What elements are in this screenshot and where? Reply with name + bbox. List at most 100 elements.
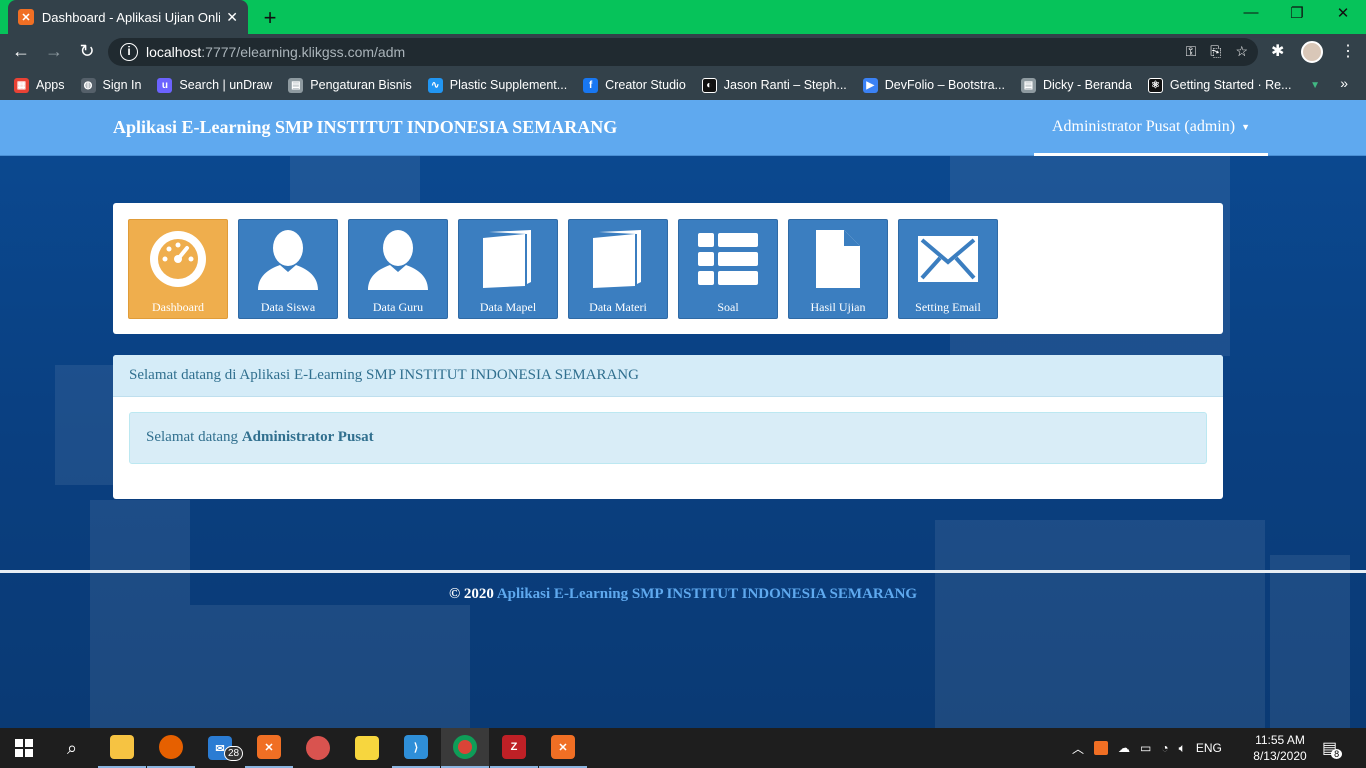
bookmark-item[interactable]: ▤ Pengaturan Bisnis [288,77,412,93]
tile-data-siswa[interactable]: Data Siswa [238,219,338,319]
browser-titlebar: ✕ Dashboard - Aplikasi Ujian Online ✕ + … [0,0,1366,34]
globe-icon: ◍ [80,77,96,93]
clock-date: 8/13/2020 [1253,749,1307,763]
reload-icon[interactable]: ↻ [76,41,98,62]
address-bar[interactable]: i localhost :7777/elearning.klikgss.com/… [108,38,1258,66]
forward-icon[interactable]: → [43,41,65,62]
app-brand[interactable]: Aplikasi E-Learning SMP INSTITUT INDONES… [113,117,617,138]
translate-icon[interactable]: ⎘ [1210,43,1221,60]
bookmark-label: Search | unDraw [179,78,273,92]
bookmark-label: Creator Studio [605,78,686,92]
restore-icon[interactable]: ❐ [1274,4,1320,22]
key-icon[interactable]: ⚿ [1186,43,1197,60]
bookmark-item[interactable]: ⚛ Getting Started · Re... [1147,77,1292,93]
bookmark-item[interactable]: u Search | unDraw [157,77,273,93]
tile-hasil-ujian[interactable]: Hasil Ujian [788,219,888,319]
welcome-prefix: Selamat datang [146,429,242,445]
system-tray: ︿ ☁ ▭ ◔ 🔈︎ ENG [1072,728,1222,768]
page-icon: ▤ [1020,77,1036,93]
bookmark-item[interactable]: ◍ Sign In [80,77,142,93]
firefox-icon[interactable] [147,728,195,768]
xampp-icon[interactable]: ✕ [539,728,587,768]
filezilla-icon[interactable]: Z [490,728,538,768]
bookmarks-overflow-icon[interactable]: » [1340,75,1348,91]
bookmark-label: Getting Started · Re... [1169,78,1292,92]
facebook-icon: f [583,77,599,93]
sticky-notes-icon[interactable] [343,728,391,768]
wifi-icon[interactable]: ◔ [1161,741,1168,755]
windows-start-icon[interactable] [0,728,48,768]
language-indicator[interactable]: ENG [1196,741,1222,755]
background-image [1270,555,1350,728]
tile-label: Dashboard [152,300,204,314]
bookmark-label: Pengaturan Bisnis [310,78,412,92]
site-info-icon[interactable]: i [120,43,138,61]
battery-icon[interactable]: ▭ [1140,741,1151,755]
browser-toolbar: ← → ↻ i localhost :7777/elearning.klikgs… [0,34,1366,70]
new-tab-icon[interactable]: + [260,5,280,31]
bookmark-item[interactable]: ▦ Apps [14,77,65,93]
list-icon [679,226,777,292]
url-host: localhost [146,44,202,60]
tab-title: Dashboard - Aplikasi Ujian Online [41,9,221,25]
bookmark-label: Plastic Supplement... [449,78,568,92]
bookmark-item[interactable]: f Creator Studio [583,77,686,93]
tile-label: Data Siswa [260,300,316,314]
document-icon [789,226,887,292]
background-image [55,365,115,485]
url-path: :7777/elearning.klikgss.com/adm [201,44,406,60]
search-icon[interactable]: ⌕ [48,728,96,768]
xampp-tray-icon[interactable] [1094,741,1109,755]
user-dropdown[interactable]: Administrator Pusat (admin) ▼ [1034,100,1268,156]
footer-link[interactable]: Aplikasi E-Learning SMP INSTITUT INDONES… [497,586,917,602]
notification-center-icon[interactable]: ▤ 8 [1322,728,1343,768]
notification-count: 8 [1331,749,1343,759]
tile-label: Soal [717,300,739,314]
chevron-up-icon[interactable]: ︿ [1072,740,1084,757]
vscode-icon[interactable]: ⟩ [392,728,440,768]
bookmark-label: Apps [36,78,65,92]
tile-data-mapel[interactable]: Data Mapel [458,219,558,319]
bookmark-item[interactable]: ▼ [1308,78,1330,93]
volume-icon[interactable]: 🔈︎ [1179,741,1186,756]
cloud-icon[interactable]: ☁ [1118,741,1130,755]
clock[interactable]: 11:55 AM 8/13/2020 [1250,732,1310,764]
mail-icon[interactable]: ✉ 28 [196,728,244,768]
vue-icon: ▼ [1310,79,1320,91]
file-explorer-icon[interactable] [98,728,146,768]
star-icon[interactable]: ☆ [1235,43,1248,60]
chrome-icon[interactable] [441,728,489,768]
devfolio-icon: ▶ [862,77,878,93]
browser-tab[interactable]: ✕ Dashboard - Aplikasi Ujian Online ✕ [8,0,248,34]
bookmark-label: DevFolio – Bootstra... [884,78,1005,92]
tile-data-materi[interactable]: Data Materi [568,219,668,319]
tile-label: Setting Email [915,300,981,314]
bookmarks-bar: ▦ Apps ◍ Sign In u Search | unDraw ▤ Pengatu… [0,70,1366,100]
bookmark-item[interactable]: ◐ Jason Ranti – Steph... [701,77,847,93]
page: Aplikasi E-Learning SMP INSTITUT INDONES… [0,100,1366,728]
footer: © 2020 Aplikasi E-Learning SMP INSTITUT … [0,586,1366,603]
tab-close-icon[interactable]: ✕ [226,9,238,26]
profile-avatar[interactable] [1301,41,1323,63]
tile-data-guru[interactable]: Data Guru [348,219,448,319]
book-icon [459,226,557,292]
extensions-icon[interactable]: ✱ [1271,41,1284,61]
tile-label: Data Materi [589,300,647,314]
xampp-icon[interactable]: ✕ [245,728,293,768]
user-icon [239,226,337,292]
minimize-icon[interactable]: — [1228,4,1274,21]
bookmark-label: Sign In [102,78,142,92]
xampp-icon: ✕ [18,9,34,25]
bookmark-item[interactable]: ∿ Plastic Supplement... [427,77,568,93]
tile-dashboard[interactable]: Dashboard [128,219,228,319]
window-close-icon[interactable]: ✕ [1320,4,1366,22]
paint-icon[interactable] [294,728,342,768]
menu-kebab-icon[interactable]: ⋮ [1340,41,1356,61]
tile-setting-email[interactable]: Setting Email [898,219,998,319]
tile-soal[interactable]: Soal [678,219,778,319]
footer-divider [0,570,1366,573]
bookmark-item[interactable]: ▤ Dicky - Beranda [1020,77,1132,93]
bookmark-item[interactable]: ▶ DevFolio – Bootstra... [862,77,1005,93]
back-icon[interactable]: ← [10,41,32,62]
app-navbar: Aplikasi E-Learning SMP INSTITUT INDONES… [0,100,1366,156]
